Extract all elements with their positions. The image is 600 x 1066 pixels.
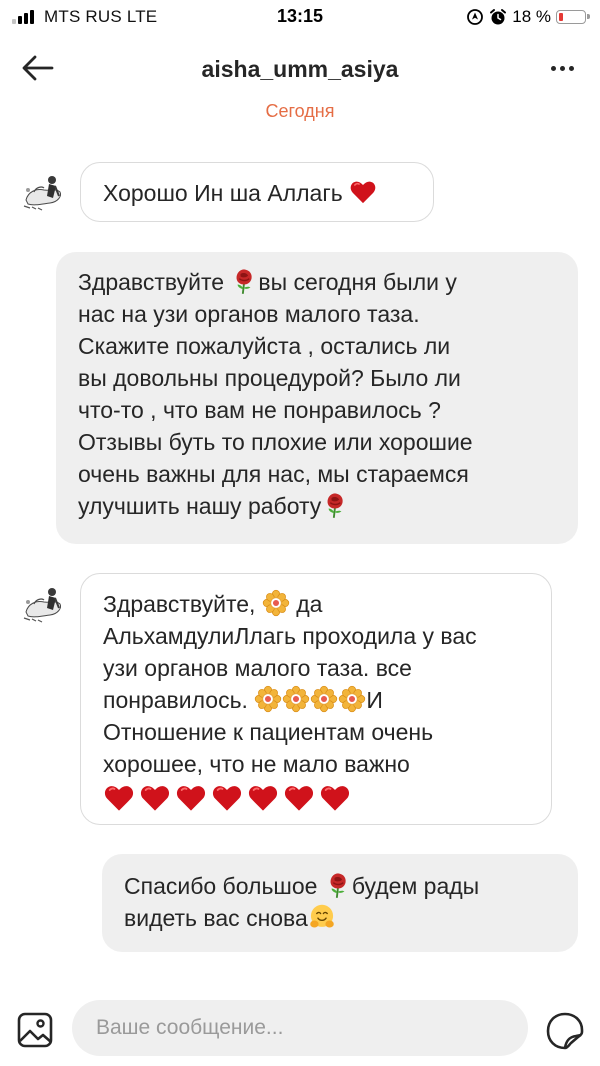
message-line: что-то , что вам не понравилось ? [78, 397, 441, 423]
more-dots-icon [550, 65, 556, 71]
blossom-emoji [282, 685, 310, 713]
gallery-icon [17, 1012, 53, 1048]
blossom-emoji [254, 685, 282, 713]
heart-emoji [349, 178, 377, 206]
message-line: Хорошо Ин ша Аллагь [103, 177, 433, 209]
battery-percent: 18 % [512, 7, 551, 26]
status-right-group: 18 % [466, 6, 590, 28]
message-line: улучшить нашу работу [78, 490, 578, 522]
message-line: Здравствуйте, да [103, 589, 323, 617]
heart-row [103, 782, 551, 817]
blossom-emoji [338, 685, 366, 713]
chat-title[interactable]: aisha_umm_asiya [100, 56, 500, 83]
status-bar: MTS RUS LTE 13:15 18 % [0, 0, 600, 34]
back-button[interactable] [16, 50, 60, 86]
message-composer [0, 992, 600, 1066]
hugging-face-emoji [308, 903, 336, 931]
location-icon [467, 9, 484, 25]
rose-emoji [324, 871, 352, 899]
message-line: Здравствуйте вы сегодня были у [78, 267, 457, 295]
battery-fill [559, 13, 563, 21]
message-line: Скажите пожалуйста , остались ли [78, 333, 451, 359]
heart-emoji [319, 782, 351, 814]
blossom-emoji [310, 685, 338, 713]
sticker-button[interactable] [544, 1010, 586, 1052]
message-line: очень важны для нас, мы стараемся [78, 461, 469, 487]
sticker-icon [546, 1012, 584, 1050]
alarm-icon [490, 9, 507, 25]
message-line: Спасибо большое будем рады [124, 871, 480, 899]
blossom-emoji [262, 589, 290, 617]
gallery-button[interactable] [16, 1010, 56, 1050]
message-bubble-outgoing[interactable]: Здравствуйте вы сегодня были у нас на уз… [56, 252, 578, 544]
heart-emoji [247, 782, 279, 814]
arrow-left-icon [22, 55, 54, 81]
avatar[interactable] [16, 166, 68, 218]
battery-icon [556, 10, 590, 24]
message-line: видеть вас снова [124, 902, 578, 934]
message-input[interactable] [72, 1000, 528, 1056]
message-line: нас на узи органов малого таза. [78, 301, 420, 327]
heart-emoji [283, 782, 315, 814]
message-line: АльхамдулиЛлагь проходила у вас [103, 623, 477, 649]
message-line: узи органов малого таза. все [103, 655, 412, 681]
rose-emoji [230, 267, 258, 295]
heart-emoji [139, 782, 171, 814]
message-bubble-incoming[interactable]: Здравствуйте, да АльхамдулиЛлагь проходи… [80, 573, 552, 825]
rose-emoji [321, 491, 349, 519]
heart-emoji [175, 782, 207, 814]
day-separator: Сегодня [265, 101, 335, 121]
heart-emoji [211, 782, 243, 814]
heart-emoji [103, 782, 135, 814]
message-bubble-outgoing[interactable]: Спасибо большое будем рады видеть вас сн… [102, 854, 578, 952]
message-line: хорошее, что не мало важно [103, 751, 410, 777]
more-options-button[interactable] [542, 52, 582, 84]
message-bubble-incoming[interactable]: Хорошо Ин ша Аллагь [80, 162, 434, 222]
avatar[interactable] [16, 578, 68, 630]
message-line: вы довольны процедурой? Было ли [78, 365, 461, 391]
message-line: Отношение к пациентам очень [103, 719, 434, 745]
chat-header: aisha_umm_asiya [0, 40, 600, 96]
message-line: Отзывы буть то плохие или хорошие [78, 429, 473, 455]
message-line: понравилось. И [103, 685, 383, 713]
